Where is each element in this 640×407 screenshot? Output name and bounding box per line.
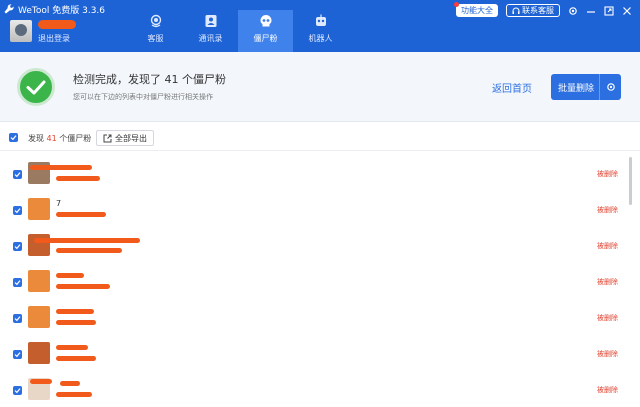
redaction-mark bbox=[56, 309, 94, 314]
user-profile[interactable]: 退出登录 bbox=[10, 20, 76, 43]
logout-link[interactable]: 退出登录 bbox=[38, 33, 70, 44]
list-item[interactable]: 被删除 bbox=[0, 155, 628, 191]
nav-item-support[interactable]: 客服 bbox=[128, 10, 183, 52]
status-badge: 被删除 bbox=[597, 314, 618, 322]
nav-item-contacts[interactable]: 通讯录 bbox=[183, 10, 238, 52]
nav-item-label: 通讯录 bbox=[198, 34, 223, 43]
list-item[interactable]: 被删除 bbox=[0, 227, 628, 263]
divider bbox=[0, 150, 640, 151]
close-icon[interactable] bbox=[622, 6, 632, 16]
window-controls: 功能大全 联系客服 bbox=[454, 2, 632, 17]
found-suffix: 个僵尸粉 bbox=[59, 134, 92, 143]
avatar[interactable] bbox=[10, 20, 32, 42]
back-home-link[interactable]: 返回首页 bbox=[492, 80, 532, 95]
redaction-mark bbox=[30, 165, 92, 170]
list-item[interactable]: 被删除 bbox=[0, 263, 628, 299]
features-button[interactable]: 功能大全 bbox=[454, 2, 498, 17]
list-scrollbar[interactable] bbox=[629, 153, 634, 407]
redaction-mark bbox=[60, 381, 80, 386]
row-checkbox[interactable] bbox=[13, 278, 22, 287]
redaction-mark bbox=[56, 320, 96, 325]
robot-icon bbox=[315, 14, 326, 26]
zombie-fan-list: 被删除 7 被删除 被删除 被删除 被删除 被删除 被删除 bbox=[0, 153, 628, 407]
list-item[interactable]: 被删除 bbox=[0, 299, 628, 335]
features-label: 功能大全 bbox=[461, 6, 493, 15]
batch-delete-button[interactable]: 批量删除 bbox=[551, 74, 621, 100]
list-toolbar: 发现 41 个僵尸粉 全部导出 bbox=[0, 128, 640, 148]
nav-item-label: 僵尸粉 bbox=[253, 34, 278, 43]
redaction-mark bbox=[56, 248, 122, 253]
contact-name: 7 bbox=[56, 199, 62, 208]
avatar bbox=[28, 270, 50, 292]
batch-settings-button[interactable] bbox=[599, 74, 621, 100]
found-count-text: 发现 41 个僵尸粉 bbox=[28, 133, 91, 144]
status-badge: 被删除 bbox=[597, 206, 618, 214]
avatar bbox=[28, 198, 50, 220]
status-badge: 被删除 bbox=[597, 242, 618, 250]
list-item[interactable]: 被删除 bbox=[0, 335, 628, 371]
redaction-mark bbox=[56, 273, 84, 278]
list-item[interactable]: 7 被删除 bbox=[0, 191, 628, 227]
row-checkbox[interactable] bbox=[13, 242, 22, 251]
summary-subtitle: 您可以在下边的列表中对僵尸粉进行相关操作 bbox=[73, 93, 213, 101]
headset-small-icon bbox=[512, 7, 520, 14]
notification-dot bbox=[454, 2, 459, 7]
redaction-mark bbox=[56, 212, 106, 217]
top-header: WeTool 免费版 3.3.6 退出登录 客服 通讯录 僵尸粉 机器人 功能大… bbox=[0, 0, 640, 52]
headset-icon bbox=[150, 14, 161, 28]
row-checkbox[interactable] bbox=[13, 170, 22, 179]
row-checkbox[interactable] bbox=[13, 350, 22, 359]
gear-icon bbox=[606, 83, 615, 91]
nav-item-robot[interactable]: 机器人 bbox=[293, 10, 348, 52]
wrench-icon bbox=[4, 4, 14, 14]
avatar bbox=[28, 306, 50, 328]
status-badge: 被删除 bbox=[597, 170, 618, 178]
status-badge: 被删除 bbox=[597, 278, 618, 286]
list-item[interactable]: 被删除 bbox=[0, 371, 628, 407]
export-icon bbox=[103, 134, 112, 142]
nav-item-label: 客服 bbox=[147, 34, 164, 43]
redaction-mark bbox=[56, 284, 110, 289]
main-nav: 客服 通讯录 僵尸粉 机器人 bbox=[128, 10, 348, 52]
select-all-checkbox[interactable] bbox=[9, 133, 18, 142]
app-title: WeTool 免费版 3.3.6 bbox=[18, 5, 106, 16]
redaction-mark bbox=[56, 176, 100, 181]
contacts-icon bbox=[205, 15, 216, 27]
redaction-mark bbox=[56, 356, 96, 361]
redaction-mark bbox=[34, 238, 140, 243]
settings-gear-icon[interactable] bbox=[568, 6, 578, 16]
title-bar: WeTool 免费版 3.3.6 bbox=[4, 2, 105, 16]
export-all-button[interactable]: 全部导出 bbox=[96, 130, 154, 146]
summary-title: 检测完成，发现了 41 个僵尸粉 bbox=[73, 73, 226, 86]
status-badge: 被删除 bbox=[597, 350, 618, 358]
status-badge: 被删除 bbox=[597, 386, 618, 394]
skull-icon bbox=[260, 15, 271, 27]
export-label: 全部导出 bbox=[115, 133, 147, 143]
success-check-icon bbox=[17, 68, 55, 106]
scrollbar-thumb[interactable] bbox=[629, 157, 632, 205]
avatar bbox=[28, 342, 50, 364]
redaction-mark bbox=[30, 379, 52, 384]
row-checkbox[interactable] bbox=[13, 386, 22, 395]
found-count: 41 bbox=[46, 134, 57, 143]
support-button[interactable]: 联系客服 bbox=[506, 4, 560, 17]
redacted-username bbox=[38, 20, 76, 29]
wetool-window: WeTool 免费版 3.3.6 退出登录 客服 通讯录 僵尸粉 机器人 功能大… bbox=[0, 0, 640, 407]
scan-summary: 检测完成，发现了 41 个僵尸粉 您可以在下边的列表中对僵尸粉进行相关操作 返回… bbox=[0, 52, 640, 122]
row-checkbox[interactable] bbox=[13, 314, 22, 323]
redaction-mark bbox=[56, 345, 88, 350]
nav-item-label: 机器人 bbox=[308, 34, 333, 43]
minimize-icon[interactable] bbox=[586, 6, 596, 16]
batch-delete-label: 批量删除 bbox=[558, 83, 595, 94]
row-checkbox[interactable] bbox=[13, 206, 22, 215]
maximize-icon[interactable] bbox=[604, 5, 614, 16]
found-prefix: 发现 bbox=[28, 134, 44, 143]
support-label: 联系客服 bbox=[522, 6, 554, 15]
redaction-mark bbox=[56, 392, 92, 397]
nav-item-zombie-fans[interactable]: 僵尸粉 bbox=[238, 10, 293, 52]
